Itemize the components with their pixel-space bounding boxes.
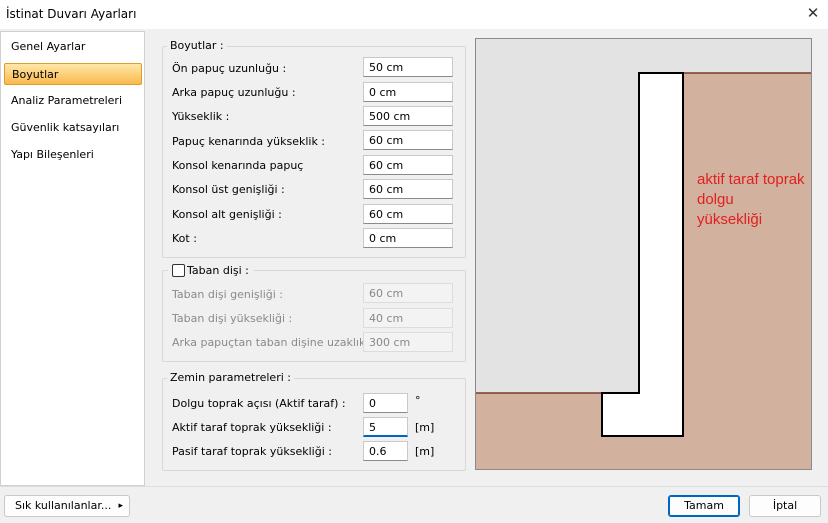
nav-item-genel-ayarlar[interactable]: Genel Ayarlar xyxy=(4,36,142,58)
on-papuc-uzunlugu-input[interactable]: 50 cm xyxy=(363,57,453,77)
degree-unit: ° xyxy=(415,394,421,407)
yukseklik-label: Yükseklik : xyxy=(172,110,230,123)
cancel-button[interactable]: İptal xyxy=(749,495,821,517)
aktif-toprak-yuksekligi-input[interactable]: 5 xyxy=(363,417,408,437)
meter-unit-pasif: [m] xyxy=(415,445,435,458)
boyutlar-group-title: Boyutlar : xyxy=(167,39,227,52)
nav-item-yapi-bilesenleri[interactable]: Yapı Bileşenleri xyxy=(4,144,142,166)
meter-unit-aktif: [m] xyxy=(415,421,435,434)
favorites-button[interactable]: Sık kullanılanlar... ▸ xyxy=(4,495,130,517)
wall-preview-svg xyxy=(476,39,811,469)
close-icon[interactable]: ✕ xyxy=(804,4,822,22)
footer-divider xyxy=(0,486,828,487)
taban-disi-yuksekligi-input: 40 cm xyxy=(363,308,453,328)
konsol-ust-genisligi-input[interactable]: 60 cm xyxy=(363,179,453,199)
papuc-kenarinda-yukseklik-input[interactable]: 60 cm xyxy=(363,130,453,150)
window-title: İstinat Duvarı Ayarları xyxy=(6,7,137,21)
konsol-alt-genisligi-input[interactable]: 60 cm xyxy=(363,204,453,224)
kot-label: Kot : xyxy=(172,232,197,245)
retaining-wall-preview xyxy=(475,38,812,470)
nav-item-analiz-parametreleri[interactable]: Analiz Parametreleri xyxy=(4,90,142,112)
kot-input[interactable]: 0 cm xyxy=(363,228,453,248)
active-soil xyxy=(683,73,811,469)
taban-disi-yuksekligi-label: Taban dişi yüksekliği : xyxy=(172,312,293,325)
nav-item-boyutlar[interactable]: Boyutlar xyxy=(4,63,142,85)
yukseklik-input[interactable]: 500 cm xyxy=(363,106,453,126)
dolgu-toprak-acisi-label: Dolgu toprak açısı (Aktif taraf) : xyxy=(172,397,346,410)
on-papuc-uzunlugu-label: Ön papuç uzunluğu : xyxy=(172,62,287,75)
favorites-label: Sık kullanılanlar... xyxy=(15,499,112,512)
pasif-toprak-yuksekligi-input[interactable]: 0.6 xyxy=(363,441,408,461)
konsol-kenarinda-papuc-input[interactable]: 60 cm xyxy=(363,155,453,175)
preview-annotation: aktif taraf toprak dolgu yüksekliği xyxy=(697,171,805,228)
taban-disi-uzaklik-input: 300 cm xyxy=(363,332,453,352)
ok-button[interactable]: Tamam xyxy=(668,495,740,517)
taban-disi-checkbox[interactable] xyxy=(172,264,185,277)
arka-papuc-uzunlugu-input[interactable]: 0 cm xyxy=(363,82,453,102)
arka-papuc-uzunlugu-label: Arka papuç uzunluğu : xyxy=(172,86,296,99)
taban-disi-uzaklik-label: Arka papuçtan taban dişine uzaklık : xyxy=(172,336,373,349)
taban-disi-title: Taban dişi : xyxy=(187,264,249,277)
konsol-kenarinda-papuc-label: Konsol kenarında papuç xyxy=(172,159,304,172)
chevron-right-icon: ▸ xyxy=(118,501,123,511)
nav-item-guvenlik-katsayilari[interactable]: Güvenlik katsayıları xyxy=(4,117,142,139)
settings-nav: Genel Ayarlar Boyutlar Analiz Parametrel… xyxy=(0,31,145,486)
title-bar: İstinat Duvarı Ayarları ✕ xyxy=(0,0,828,29)
dolgu-toprak-acisi-input[interactable]: 0 xyxy=(363,393,408,413)
boyutlar-group xyxy=(162,46,466,258)
konsol-ust-genisligi-label: Konsol üst genişliği : xyxy=(172,183,285,196)
zemin-parametreleri-title: Zemin parametreleri : xyxy=(167,371,294,384)
aktif-toprak-yuksekligi-label: Aktif taraf toprak yüksekliği : xyxy=(172,421,332,434)
taban-disi-genisligi-label: Taban dişi genişliği : xyxy=(172,288,284,301)
pasif-toprak-yuksekligi-label: Pasif taraf toprak yüksekliği : xyxy=(172,445,332,458)
konsol-alt-genisligi-label: Konsol alt genişliği : xyxy=(172,208,282,221)
taban-disi-genisligi-input: 60 cm xyxy=(363,283,453,303)
papuc-kenarinda-yukseklik-label: Papuç kenarında yükseklik : xyxy=(172,135,326,148)
